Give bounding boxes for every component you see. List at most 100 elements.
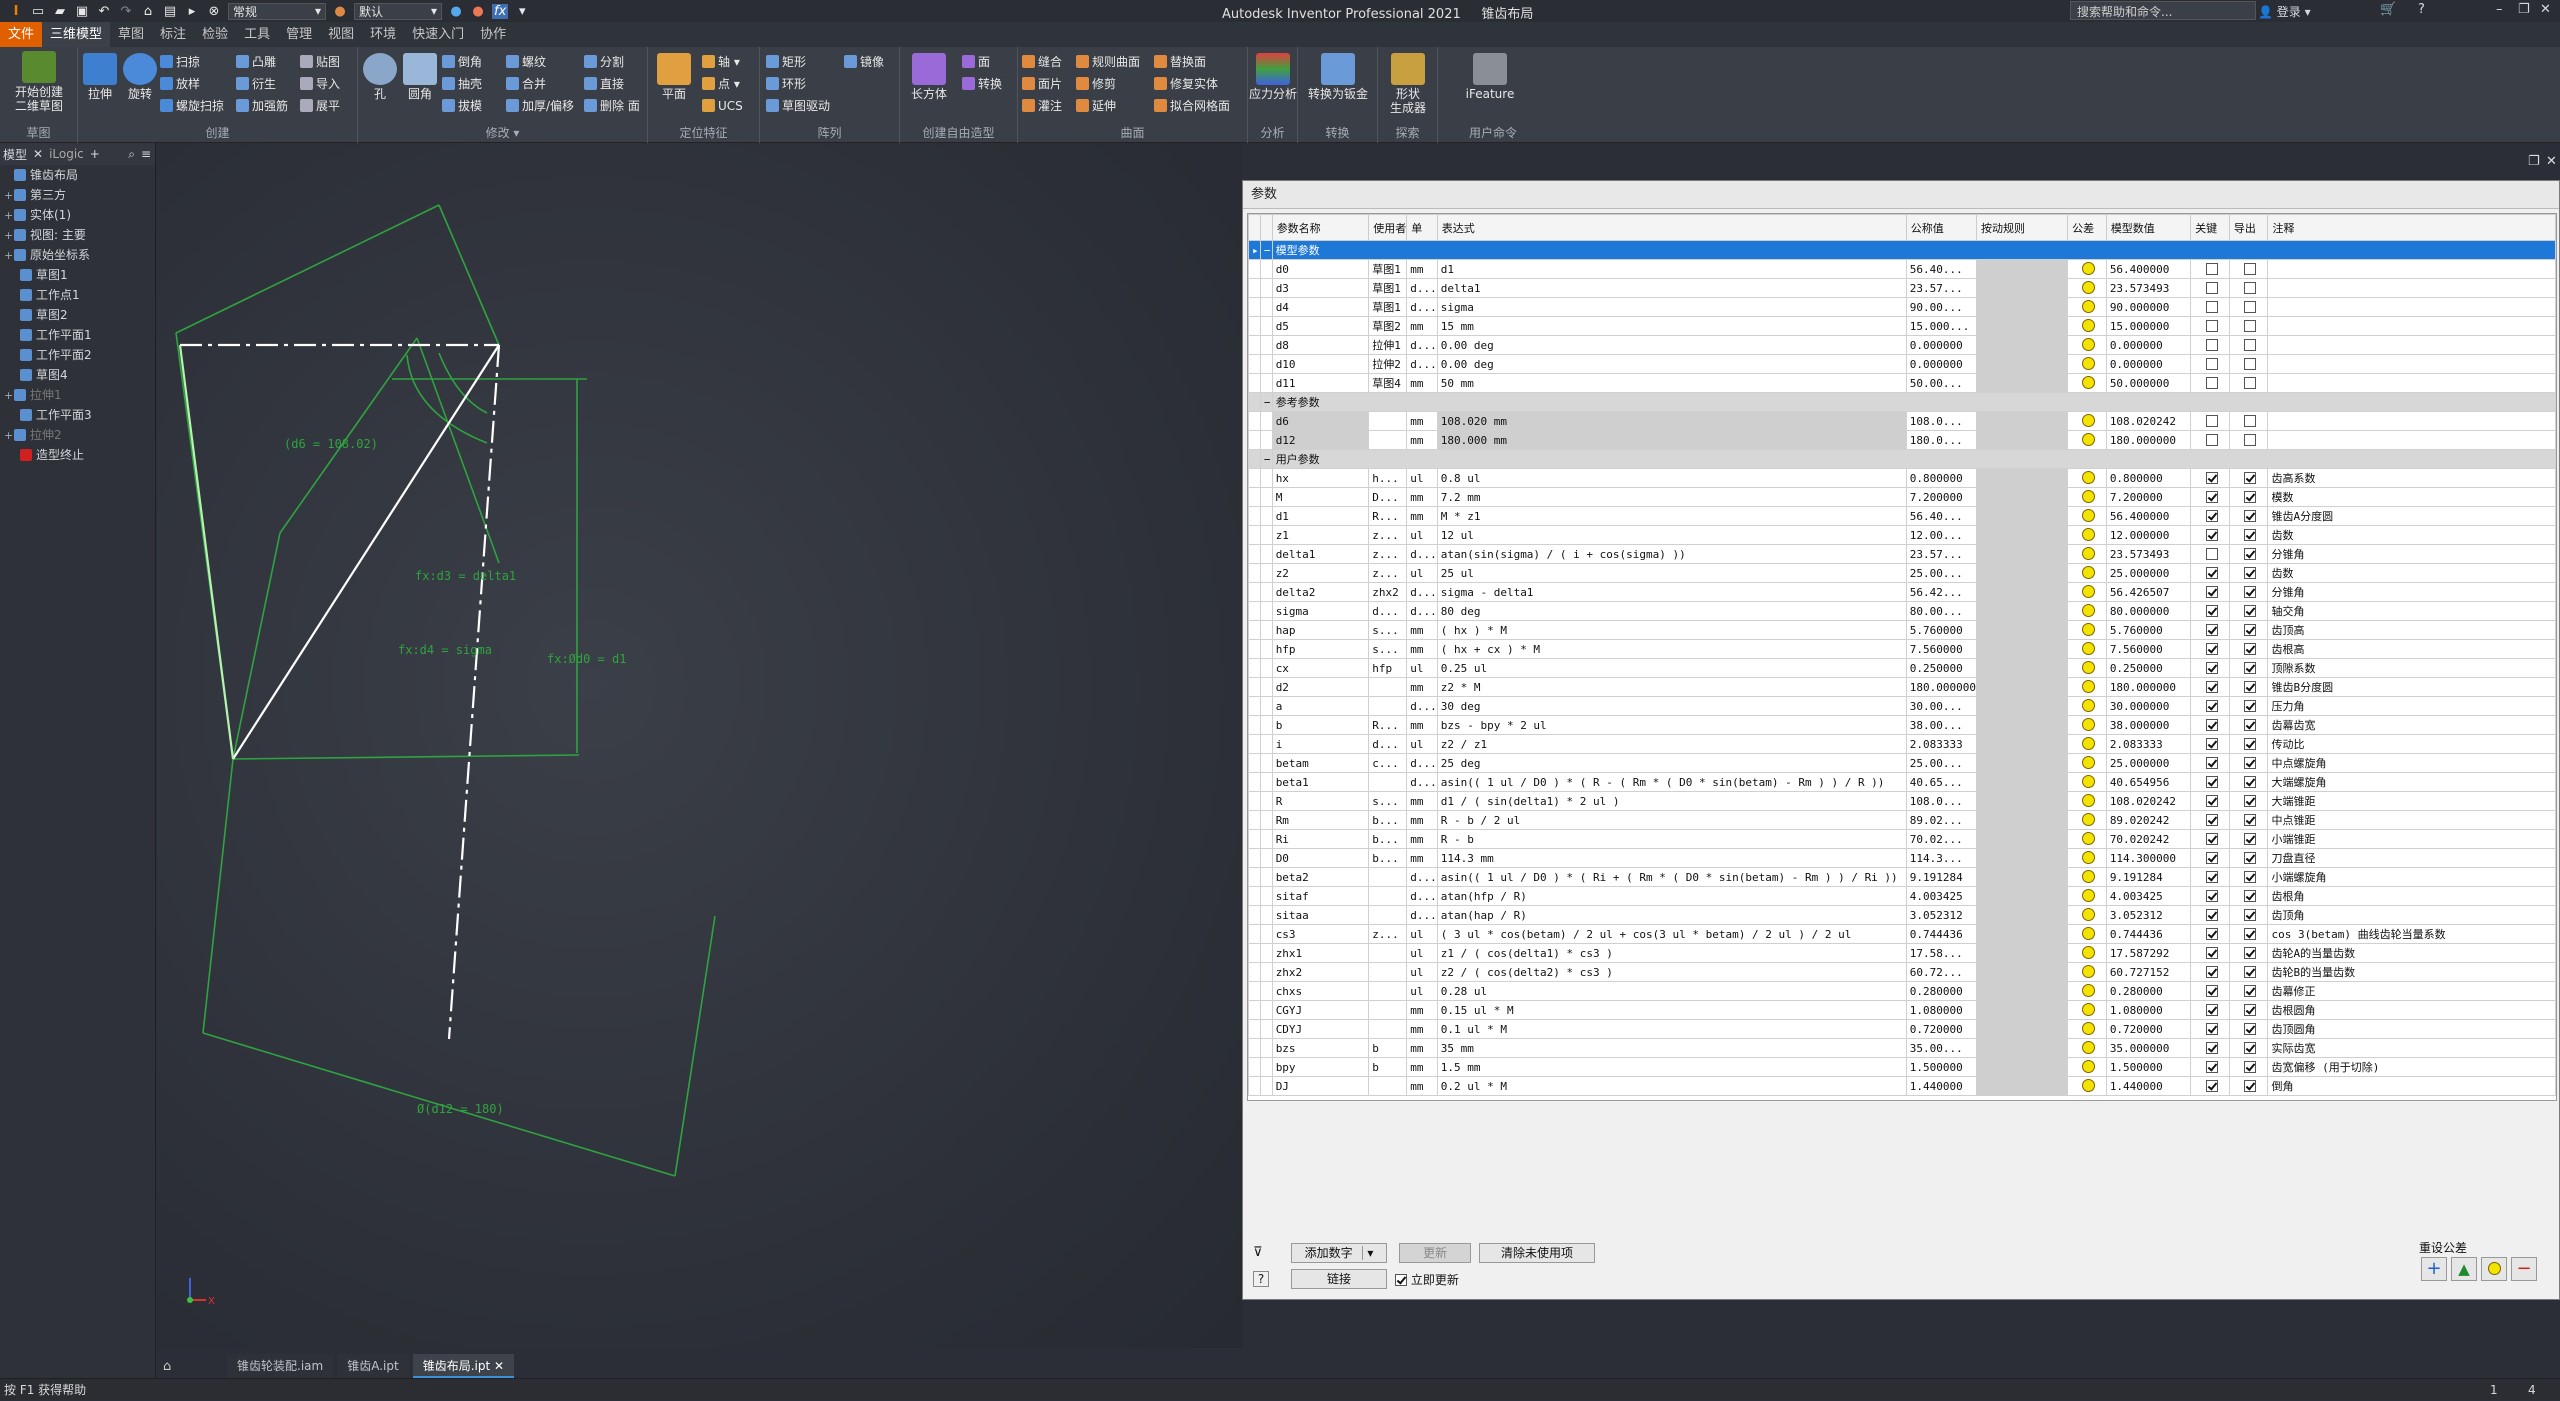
tolerance-cell[interactable]: [2067, 848, 2107, 868]
export-cell[interactable]: [2228, 867, 2269, 887]
dimension-text-d0[interactable]: fx:Ød0 = d1: [547, 652, 626, 666]
unit-cell[interactable]: d...: [1406, 753, 1438, 773]
browser-node[interactable]: 工作平面2: [0, 345, 155, 365]
browser-node[interactable]: 工作平面1: [0, 325, 155, 345]
close-icon[interactable]: ✕: [2540, 2, 2551, 17]
unit-cell[interactable]: mm: [1406, 829, 1438, 849]
tolerance-bulb-icon[interactable]: [2081, 737, 2095, 750]
export-cell[interactable]: [2228, 639, 2269, 659]
browser-node[interactable]: 草图2: [0, 305, 155, 325]
export-cell[interactable]: [2228, 772, 2269, 792]
dimension-text-d6[interactable]: (d6 = 108.02): [284, 437, 378, 451]
export-checkbox[interactable]: [2244, 1003, 2257, 1016]
tolerance-bulb-icon[interactable]: [2081, 984, 2095, 997]
export-checkbox[interactable]: [2244, 433, 2257, 446]
parameter-row[interactable]: Rs... mm d1 / ( sin(delta1) * 2 ul ) 108.0.…: [1248, 791, 2556, 811]
tolerance-bulb-icon[interactable]: [2081, 338, 2095, 351]
browser-menu-icon[interactable]: ≡: [141, 147, 151, 161]
tolerance-bulb-icon[interactable]: [2081, 300, 2095, 313]
export-cell[interactable]: [2228, 335, 2269, 355]
tolerance-cell[interactable]: [2067, 468, 2107, 488]
key-cell[interactable]: [2190, 411, 2230, 431]
parameter-group-row[interactable]: ▸ − 模型参数: [1248, 240, 2556, 260]
tolerance-bulb-icon[interactable]: [2081, 471, 2095, 484]
comment-cell[interactable]: 齿宽偏移 (用于切除): [2267, 1057, 2556, 1077]
key-cell[interactable]: [2190, 297, 2230, 317]
expand-icon[interactable]: +: [4, 426, 14, 446]
tolerance-bulb-icon[interactable]: [2081, 281, 2095, 294]
tolerance-cell[interactable]: [2067, 943, 2107, 963]
link-button[interactable]: 链接: [1291, 1269, 1387, 1289]
comment-cell[interactable]: 齿根高: [2267, 639, 2556, 659]
equation-cell[interactable]: d1: [1436, 259, 1907, 279]
key-cell[interactable]: [2190, 924, 2230, 944]
tolerance-bulb-icon[interactable]: [2081, 927, 2095, 940]
tolerance-cell[interactable]: [2067, 734, 2107, 754]
comment-cell[interactable]: [2267, 278, 2556, 298]
tolerance-bulb-icon[interactable]: [2081, 319, 2095, 332]
direct-button[interactable]: 直接: [584, 75, 624, 93]
tolerance-cell[interactable]: [2067, 601, 2107, 621]
parameter-name-cell[interactable]: M: [1271, 487, 1370, 507]
freeform-face-button[interactable]: 面: [962, 53, 990, 71]
equation-cell[interactable]: 7.2 mm: [1436, 487, 1907, 507]
ruled-surface-button[interactable]: 规则曲面: [1076, 53, 1140, 71]
login-button[interactable]: 👤 登录 ▾: [2258, 3, 2311, 20]
parameter-row[interactable]: delta1 z... d... atan(sin(sigma) / ( i + co…: [1248, 544, 2556, 564]
equation-cell[interactable]: 25 deg: [1436, 753, 1907, 773]
comment-cell[interactable]: 齿根角: [2267, 886, 2556, 906]
unit-cell[interactable]: d...: [1406, 297, 1438, 317]
key-cell[interactable]: [2190, 316, 2230, 336]
tolerance-bulb-icon[interactable]: [2081, 376, 2095, 389]
key-checkbox[interactable]: [2205, 566, 2218, 579]
comment-cell[interactable]: 分锥角: [2267, 544, 2556, 564]
draft-button[interactable]: 拔模: [442, 97, 482, 115]
parameter-name-cell[interactable]: sitaa: [1271, 905, 1370, 925]
parameter-name-cell[interactable]: R: [1271, 791, 1370, 811]
key-cell[interactable]: [2190, 1000, 2230, 1020]
key-cell[interactable]: [2190, 468, 2230, 488]
unit-cell[interactable]: ul: [1406, 525, 1438, 545]
parameter-name-cell[interactable]: cx: [1271, 658, 1370, 678]
browser-search-icon[interactable]: ⌕: [128, 147, 135, 162]
comment-cell[interactable]: [2267, 297, 2556, 317]
tolerance-cell[interactable]: [2067, 582, 2107, 602]
unit-cell[interactable]: mm: [1406, 620, 1438, 640]
tolerance-bulb-icon[interactable]: [2081, 832, 2095, 845]
tolerance-bulb-icon[interactable]: [2081, 490, 2095, 503]
key-cell[interactable]: [2190, 525, 2230, 545]
tolerance-bulb-icon[interactable]: [2081, 1060, 2095, 1073]
export-cell[interactable]: [2228, 715, 2269, 735]
key-cell[interactable]: [2190, 259, 2230, 279]
browser-tab-ilogic[interactable]: iLogic: [49, 147, 84, 161]
sweep-button[interactable]: 扫掠: [160, 53, 200, 71]
key-cell[interactable]: [2190, 1019, 2230, 1039]
expand-icon[interactable]: +: [4, 206, 14, 226]
split-button[interactable]: 分割: [584, 53, 624, 71]
key-checkbox[interactable]: [2205, 927, 2218, 940]
key-cell[interactable]: [2190, 1057, 2230, 1077]
circular-pattern-button[interactable]: 环形: [766, 75, 806, 93]
comment-cell[interactable]: 齿轮A的当量齿数: [2267, 943, 2556, 963]
equation-cell[interactable]: sigma: [1436, 297, 1907, 317]
export-checkbox[interactable]: [2244, 813, 2257, 826]
lower-tolerance-icon[interactable]: −: [2511, 1257, 2537, 1281]
tolerance-bulb-icon[interactable]: [2081, 642, 2095, 655]
export-checkbox[interactable]: [2244, 300, 2257, 313]
export-cell[interactable]: [2228, 430, 2269, 450]
tolerance-cell[interactable]: [2067, 962, 2107, 982]
browser-node[interactable]: + 第三方: [0, 185, 155, 205]
freeform-box-button[interactable]: 长方体: [904, 53, 954, 101]
parameter-row[interactable]: zhx2 ul z2 / ( cos(delta2) * cs3 ) 60.72...…: [1248, 962, 2556, 982]
comment-cell[interactable]: 大端锥距: [2267, 791, 2556, 811]
key-checkbox[interactable]: [2205, 1060, 2218, 1073]
export-cell[interactable]: [2228, 354, 2269, 374]
tolerance-bulb-icon[interactable]: [2081, 1003, 2095, 1016]
parameter-row[interactable]: M D... mm 7.2 mm 7.200000 7.200000 模数: [1248, 487, 2556, 507]
parameter-name-cell[interactable]: d11: [1271, 373, 1370, 393]
parameter-row[interactable]: delta2 zhx2 d... sigma - delta1 56.42... 56.4…: [1248, 582, 2556, 602]
collapse-icon[interactable]: −: [1259, 449, 1273, 469]
comment-cell[interactable]: 大端螺旋角: [2267, 772, 2556, 792]
tolerance-cell[interactable]: [2067, 1000, 2107, 1020]
tolerance-bulb-icon[interactable]: [2081, 908, 2095, 921]
